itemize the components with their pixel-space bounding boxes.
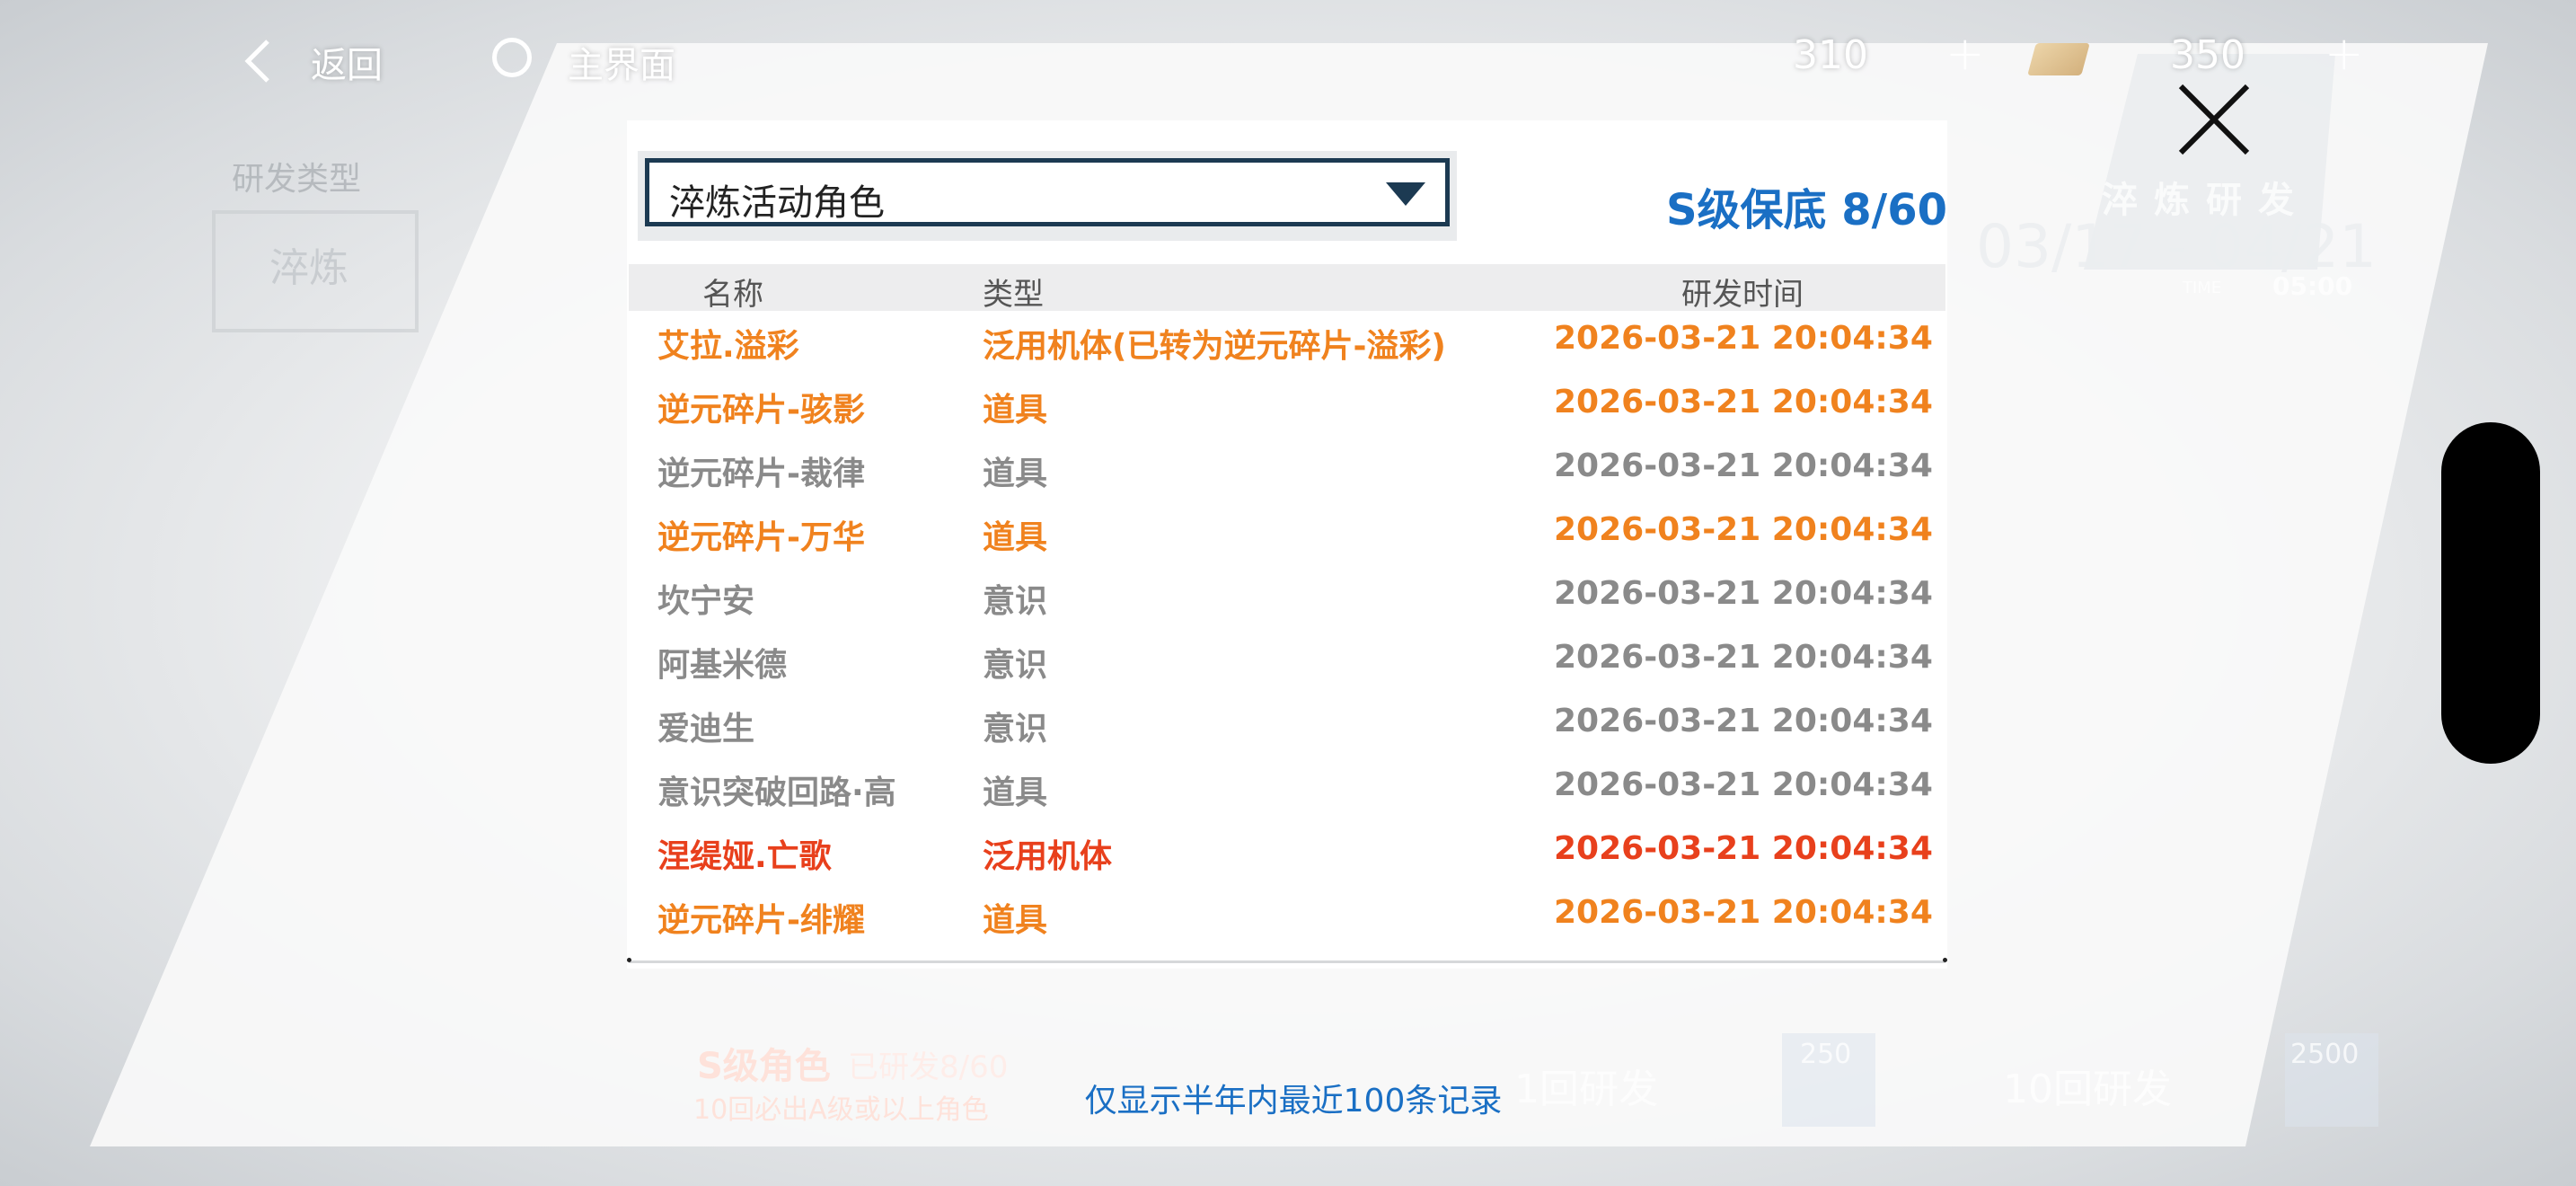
side-handle[interactable]: [2441, 422, 2540, 764]
bg-draw1-cost-box: 250: [1782, 1033, 1875, 1127]
record-name: 意识突破回路·高: [657, 774, 896, 811]
ticket-icon: [2027, 43, 2090, 75]
record-time: 2026-03-21 20:04:34: [1554, 766, 1933, 803]
home-circle-icon[interactable]: [492, 38, 532, 77]
record-type: 道具: [983, 456, 1048, 492]
record-time: 2026-03-21 20:04:34: [1554, 830, 1933, 867]
record-type: 意识: [983, 711, 1048, 748]
history-table-body: 艾拉.溢彩 泛用机体(已转为逆元碎片-溢彩) 2026-03-21 20:04:34…: [627, 311, 1947, 949]
bg-event-time-label: TIME: [2183, 279, 2222, 297]
history-footnote: 仅显示半年内最近100条记录: [1084, 1083, 1503, 1120]
record-name: 逆元碎片-绯耀: [657, 902, 865, 939]
bg-category-label: 研发类型: [232, 161, 362, 198]
back-button[interactable]: 返回: [311, 36, 383, 88]
resource1-value: 310: [1793, 32, 1868, 78]
bg-draw10-button: 10回研发: [2003, 1067, 2172, 1112]
table-row: 艾拉.溢彩 泛用机体(已转为逆元碎片-溢彩) 2026-03-21 20:04:34: [627, 311, 1947, 375]
record-type: 道具: [983, 519, 1048, 556]
pity-counter: S级保底 8/60: [1665, 185, 1947, 235]
record-time: 2026-03-21 20:04:34: [1554, 384, 1933, 420]
record-time: 2026-03-21 20:04:34: [1554, 447, 1933, 484]
record-time: 2026-03-21 20:04:34: [1554, 894, 1933, 931]
divider-end-dot: [1943, 958, 1947, 962]
table-row: 逆元碎片-骇影 道具 2026-03-21 20:04:34: [627, 375, 1947, 438]
resource2-add-button[interactable]: +: [2325, 27, 2364, 81]
table-row: 逆元碎片-万华 道具 2026-03-21 20:04:34: [627, 502, 1947, 566]
bg-draw10-cost-box: 2500: [2285, 1033, 2378, 1127]
record-name: 逆元碎片-裁律: [657, 456, 865, 492]
record-type: 道具: [983, 902, 1048, 939]
bg-draw1-cost: 250: [1800, 1039, 1852, 1070]
table-row: 阿基米德 意识 2026-03-21 20:04:34: [627, 630, 1947, 694]
close-icon[interactable]: [2174, 79, 2254, 160]
table-row: 涅缇娅.亡歌 泛用机体 2026-03-21 20:04:34: [627, 821, 1947, 885]
record-name: 阿基米德: [657, 647, 788, 684]
record-name: 涅缇娅.亡歌: [657, 838, 832, 875]
table-row: 爱迪生 意识 2026-03-21 20:04:34: [627, 694, 1947, 757]
record-name: 艾拉.溢彩: [657, 328, 799, 365]
record-type: 道具: [983, 774, 1048, 811]
bg-category-button: 淬炼: [212, 210, 419, 332]
pool-select-value: 淬炼活动角色: [669, 182, 885, 224]
record-type: 意识: [983, 583, 1048, 620]
divider-end-dot: [627, 958, 631, 962]
record-name: 爱迪生: [657, 711, 755, 748]
record-type: 泛用机体: [983, 838, 1113, 875]
record-name: 坎宁安: [657, 583, 755, 620]
table-row: 逆元碎片-绯耀 道具 2026-03-21 20:04:34: [627, 885, 1947, 949]
record-name: 逆元碎片-万华: [657, 519, 865, 556]
table-bottom-divider: [629, 960, 1945, 963]
home-button[interactable]: 主界面: [568, 36, 675, 88]
record-time: 2026-03-21 20:04:34: [1554, 703, 1933, 739]
triangle-down-icon: [1386, 182, 1425, 206]
column-header-name: 名称: [702, 277, 763, 313]
record-type: 泛用机体(已转为逆元碎片-溢彩): [983, 328, 1446, 365]
bg-guarantee-title: S级角色: [697, 1046, 831, 1087]
resource1-add-button[interactable]: +: [1945, 27, 1985, 81]
resource2-value: 350: [2170, 32, 2245, 78]
table-row: 意识突破回路·高 道具 2026-03-21 20:04:34: [627, 757, 1947, 821]
dropdown-frame: 淬炼活动角色: [638, 151, 1457, 241]
pool-select-dropdown[interactable]: 淬炼活动角色: [645, 158, 1450, 226]
bg-guarantee-rule: 10回必出A级或以上角色: [693, 1094, 989, 1126]
record-type: 意识: [983, 647, 1048, 684]
record-time: 2026-03-21 20:04:34: [1554, 575, 1933, 612]
bg-event-time: 05:00: [2272, 271, 2353, 301]
record-time: 2026-03-21 20:04:34: [1554, 511, 1933, 548]
column-header-time: 研发时间: [1681, 277, 1804, 313]
bg-draw10-cost: 2500: [2290, 1039, 2360, 1070]
record-time: 2026-03-21 20:04:34: [1554, 320, 1933, 357]
record-name: 逆元碎片-骇影: [657, 392, 865, 429]
table-row: 坎宁安 意识 2026-03-21 20:04:34: [627, 566, 1947, 630]
table-header: 名称 类型 研发时间: [629, 264, 1945, 313]
record-type: 道具: [983, 392, 1048, 429]
table-row: 逆元碎片-裁律 道具 2026-03-21 20:04:34: [627, 438, 1947, 502]
column-header-type: 类型: [983, 277, 1044, 313]
bg-category-button-label: 淬炼: [269, 245, 348, 291]
history-panel: 淬炼活动角色 S级保底 8/60 名称 类型 研发时间 艾拉.溢彩 泛用机体(已转…: [627, 120, 1947, 969]
back-arrow-icon[interactable]: [241, 38, 277, 84]
record-time: 2026-03-21 20:04:34: [1554, 639, 1933, 676]
